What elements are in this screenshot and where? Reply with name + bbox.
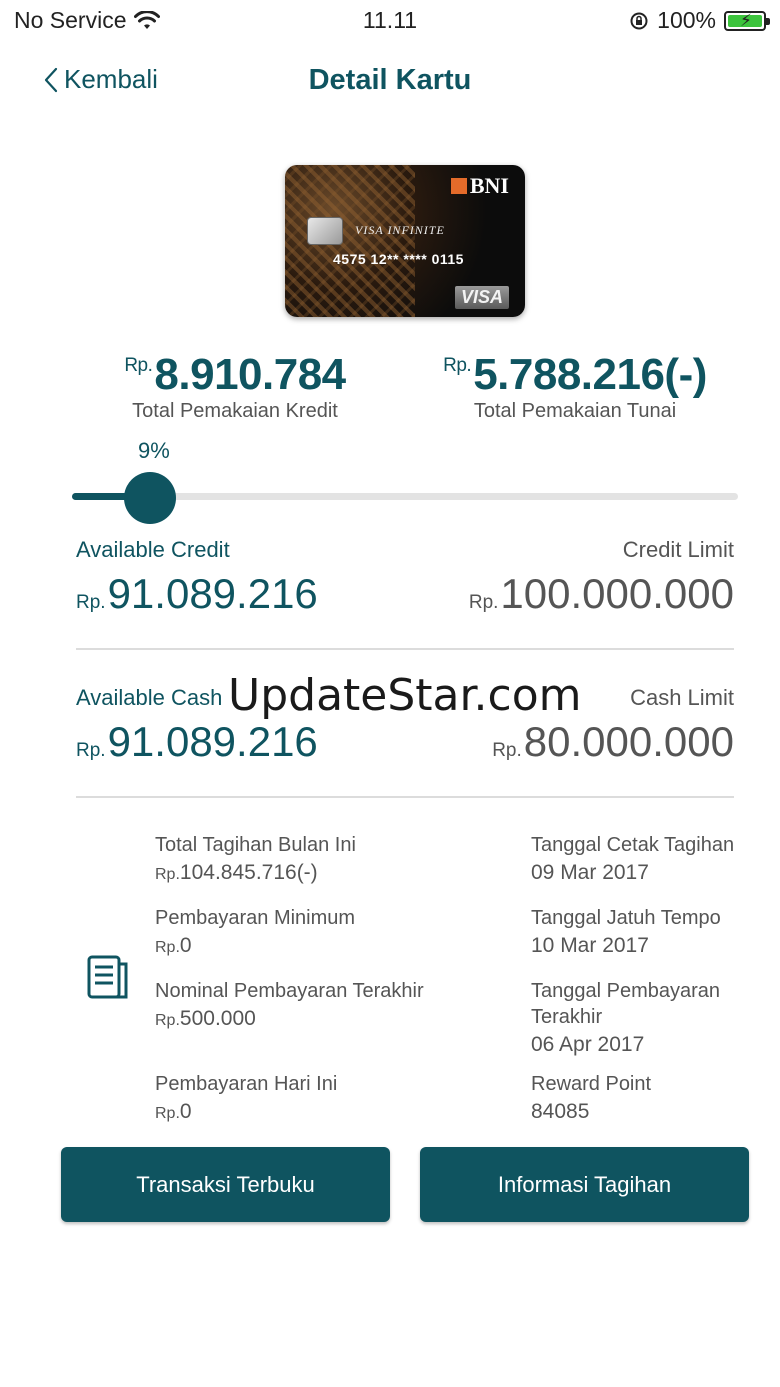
detail-value: Rp.104.845.716(-) [155, 858, 356, 890]
available-cash-label: Available Cash [76, 685, 223, 710]
total-credit-usage: Rp.8.910.784 Total Pemakaian Kredit [100, 350, 370, 423]
detail-value: 10 Mar 2017 [531, 934, 649, 957]
detail-amount: 0 [179, 1100, 192, 1123]
credit-limit-amount: Rp.100.000.000 [469, 570, 734, 618]
detail-due-date: Tanggal Jatuh Tempo 10 Mar 2017 [531, 905, 721, 961]
currency-label: Rp. [155, 1012, 180, 1029]
usage-slider-handle [124, 472, 176, 524]
total-cash-amount: Rp.5.788.216(-) [415, 350, 735, 400]
card-network-logo: VISA [454, 286, 509, 309]
credit-limit-label: Credit Limit [622, 537, 734, 562]
detail-value: 06 Apr 2017 [531, 1033, 645, 1056]
back-button[interactable]: Kembali [44, 64, 158, 95]
detail-value: 09 Mar 2017 [531, 861, 649, 884]
available-credit-label: Available Credit [76, 537, 230, 562]
detail-label: Reward Point [531, 1073, 652, 1095]
detail-amount: 0 [179, 934, 192, 957]
watermark-text: UpdateStar.com [228, 670, 582, 721]
card-brand-text: BNI [469, 173, 509, 198]
usage-percent: 9% [138, 438, 170, 463]
detail-label-line2: Terakhir [531, 1006, 603, 1028]
detail-label: Tanggal Pembayaran [531, 980, 721, 1002]
available-credit-value: 91.089.216 [107, 570, 318, 617]
credit-card-image: BNI VISA INFINITE 4575 12** **** 0115 VI… [285, 165, 525, 317]
card-brand-logo: BNI [450, 173, 509, 199]
detail-label: Total Tagihan Bulan Ini [155, 834, 356, 856]
status-left: No Service [14, 7, 161, 34]
divider [76, 796, 734, 798]
detail-label: Tanggal Jatuh Tempo [531, 907, 721, 929]
detail-amount: 104.845.716(-) [179, 861, 318, 884]
usage-slider-fill [72, 493, 132, 500]
total-cash-label: Total Pemakaian Tunai [473, 400, 677, 422]
detail-last-payment-date: Tanggal Pembayaran Terakhir 06 Apr 2017 [531, 978, 720, 1060]
detail-label: Tanggal Cetak Tagihan [531, 834, 735, 856]
status-bar: No Service 11.11 100% ⚡ [0, 0, 780, 42]
status-right: 100% ⚡ [629, 7, 770, 34]
total-credit-amount: Rp.8.910.784 [100, 350, 370, 400]
detail-value: Rp.500.000 [155, 1004, 424, 1036]
detail-value: Rp.0 [155, 1097, 337, 1129]
open-transactions-button[interactable]: Transaksi Terbuku [61, 1147, 390, 1222]
card-tier: VISA INFINITE [355, 223, 445, 237]
detail-value: Rp.0 [155, 931, 355, 963]
currency-label: Rp. [492, 740, 522, 761]
back-label: Kembali [64, 64, 158, 94]
available-cash-amount: Rp.91.089.216 [76, 718, 318, 766]
currency-label: Rp. [155, 866, 180, 883]
detail-reward-point: Reward Point 84085 [531, 1071, 651, 1127]
currency-label: Rp. [468, 592, 499, 613]
currency-label: Rp. [155, 939, 180, 956]
detail-value: 84085 [531, 1100, 590, 1123]
bill-info-button[interactable]: Informasi Tagihan [420, 1147, 749, 1222]
available-credit-amount: Rp.91.089.216 [76, 570, 318, 618]
available-cash-value: 91.089.216 [107, 718, 318, 765]
card-chip-icon [307, 217, 343, 245]
currency-label: Rp. [155, 1105, 180, 1122]
currency-label: Rp. [76, 592, 106, 613]
total-credit-value: 8.910.784 [154, 350, 346, 399]
detail-payment-today: Pembayaran Hari Ini Rp.0 [155, 1071, 337, 1129]
divider [76, 648, 734, 650]
detail-label: Pembayaran Minimum [155, 907, 356, 929]
detail-statement-date: Tanggal Cetak Tagihan 09 Mar 2017 [531, 832, 734, 888]
detail-label: Pembayaran Hari Ini [155, 1073, 338, 1095]
bni-mark-icon [450, 178, 467, 194]
card-number: 4575 12** **** 0115 [333, 251, 464, 267]
cash-limit-value: 80.000.000 [523, 718, 734, 765]
cash-limit-amount: Rp.80.000.000 [492, 718, 734, 766]
currency-label: Rp. [443, 355, 472, 376]
battery-percent: 100% [657, 7, 716, 33]
currency-label: Rp. [124, 355, 153, 376]
total-cash-value: 5.788.216(-) [473, 350, 707, 399]
rotation-lock-icon [630, 12, 648, 29]
cash-limit-label: Cash Limit [630, 685, 734, 710]
detail-label: Nominal Pembayaran Terakhir [155, 980, 424, 1002]
battery-icon: ⚡ [724, 10, 770, 31]
detail-last-payment: Nominal Pembayaran Terakhir Rp.500.000 [155, 978, 424, 1036]
credit-limit-value: 100.000.000 [500, 570, 734, 617]
card-pattern [285, 165, 415, 317]
carrier-label: No Service [14, 7, 127, 33]
bill-icon [87, 955, 128, 999]
currency-label: Rp. [76, 740, 106, 761]
detail-total-bill: Total Tagihan Bulan Ini Rp.104.845.716(-… [155, 832, 356, 890]
total-cash-usage: Rp.5.788.216(-) Total Pemakaian Tunai [415, 350, 735, 423]
total-credit-label: Total Pemakaian Kredit [132, 400, 338, 422]
wifi-icon [134, 10, 161, 29]
detail-amount: 500.000 [179, 1007, 256, 1030]
chevron-left-icon [44, 67, 58, 92]
detail-minimum-payment: Pembayaran Minimum Rp.0 [155, 905, 355, 963]
